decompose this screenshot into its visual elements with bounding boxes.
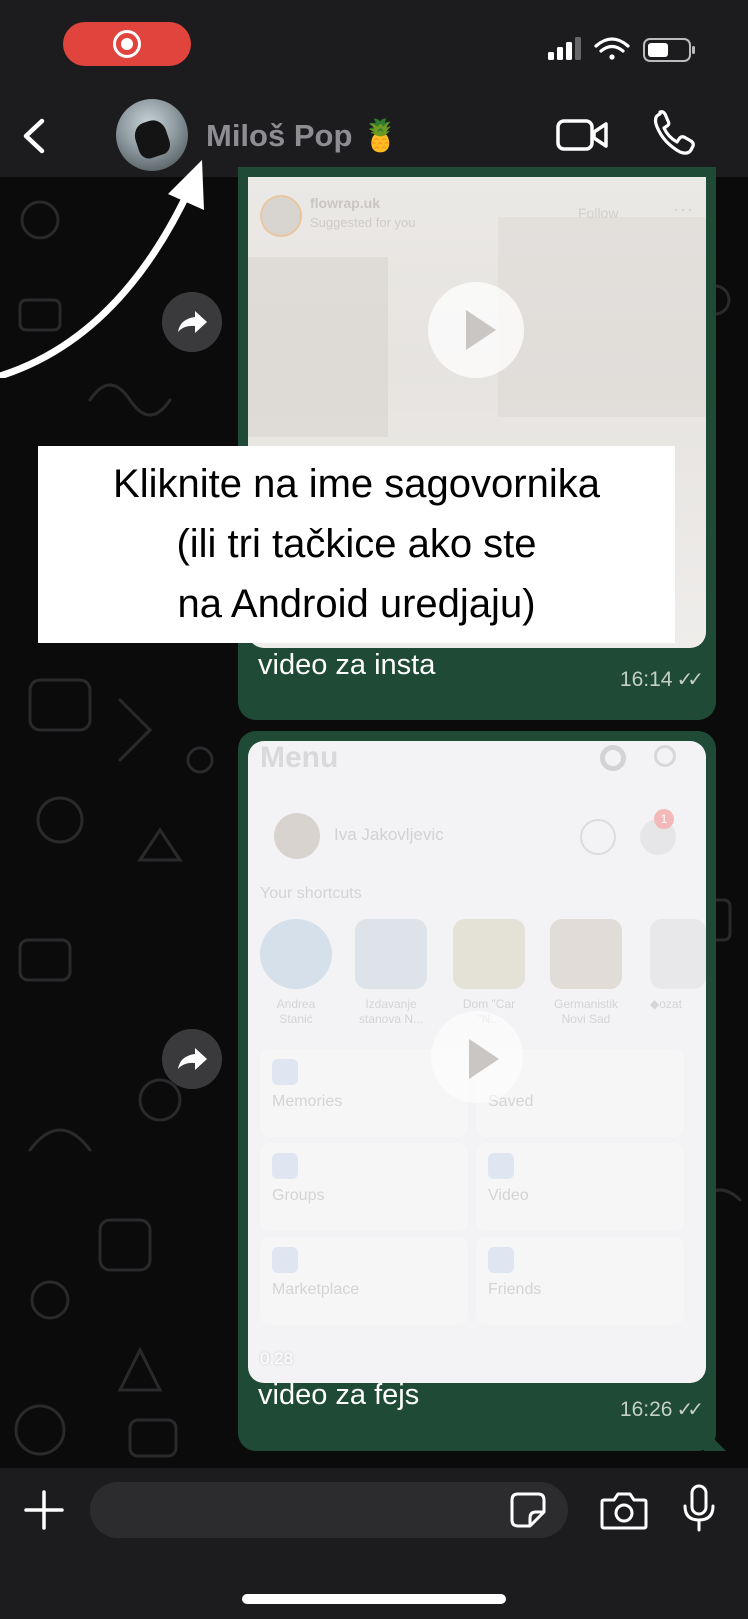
status-bar bbox=[0, 0, 748, 95]
notification-badge: 1 bbox=[654, 809, 674, 829]
sticker-icon[interactable] bbox=[510, 1492, 546, 1528]
shortcuts-heading: Your shortcuts bbox=[260, 885, 362, 902]
menu-tile: Video bbox=[476, 1143, 684, 1231]
shortcut-item: Germanistik Novi Sad bbox=[550, 919, 622, 1027]
phone-icon[interactable] bbox=[652, 110, 696, 156]
shortcut-item: Izdavanje stanova N... bbox=[355, 919, 427, 1027]
message-meta: 16:14 ✓✓ bbox=[619, 667, 704, 692]
suggested-label: Suggested for you bbox=[310, 215, 416, 230]
cellular-signal-icon bbox=[548, 37, 581, 60]
instruction-line: na Android uredjaju) bbox=[177, 582, 536, 626]
marketplace-icon bbox=[272, 1247, 298, 1273]
play-icon[interactable] bbox=[428, 282, 524, 378]
shortcut-item: ◆ozat bbox=[650, 919, 706, 1012]
forward-icon[interactable] bbox=[162, 1029, 222, 1089]
search-icon bbox=[654, 745, 676, 767]
read-receipt-icon: ✓✓ bbox=[676, 669, 703, 691]
shortcut-item: Dom "Car "N... bbox=[453, 919, 525, 1027]
memories-icon bbox=[272, 1059, 298, 1085]
wifi-icon bbox=[594, 37, 630, 60]
message-caption: video za insta bbox=[258, 649, 436, 681]
video-call-icon[interactable] bbox=[556, 115, 608, 155]
read-receipt-icon: ✓✓ bbox=[676, 1399, 703, 1421]
play-icon[interactable] bbox=[431, 1011, 523, 1103]
friends-icon bbox=[488, 1247, 514, 1273]
more-icon: ··· bbox=[673, 199, 694, 219]
home-indicator[interactable] bbox=[242, 1594, 506, 1604]
account-avatar bbox=[260, 195, 302, 237]
video-thumbnail[interactable]: Menu Iva Jakovljevic 1 Your shortcuts An… bbox=[248, 741, 706, 1383]
message-meta: 16:26 ✓✓ bbox=[619, 1397, 704, 1422]
message-time: 16:26 bbox=[619, 1398, 673, 1421]
message-bubble[interactable]: Menu Iva Jakovljevic 1 Your shortcuts An… bbox=[238, 731, 726, 1451]
microphone-icon[interactable] bbox=[682, 1484, 716, 1532]
preview-title: Menu bbox=[260, 741, 339, 774]
status-icons bbox=[548, 37, 695, 62]
camera-icon[interactable] bbox=[600, 1490, 648, 1530]
contact-name[interactable]: Miloš Pop 🍍 bbox=[206, 117, 400, 154]
battery-icon bbox=[643, 38, 695, 62]
profile-avatar bbox=[274, 813, 320, 859]
message-input[interactable] bbox=[90, 1482, 568, 1538]
account-switch-icon bbox=[580, 819, 616, 855]
instruction-overlay: Kliknite na ime sagovornika (ili tri tač… bbox=[38, 446, 675, 643]
menu-tile: Friends bbox=[476, 1237, 684, 1325]
groups-icon bbox=[272, 1153, 298, 1179]
instruction-line: Kliknite na ime sagovornika bbox=[113, 462, 600, 506]
message-caption: video za fejs bbox=[258, 1379, 420, 1411]
menu-tile: Groups bbox=[260, 1143, 468, 1231]
account-name: flowrap.uk bbox=[310, 195, 381, 211]
annotation-arrow bbox=[0, 160, 204, 378]
shortcut-item: Andrea Stanić bbox=[260, 919, 332, 1027]
video-icon bbox=[488, 1153, 514, 1179]
message-time: 16:14 bbox=[619, 668, 673, 691]
follow-label: Follow bbox=[578, 205, 619, 221]
plus-icon[interactable] bbox=[24, 1490, 64, 1530]
message-composer bbox=[0, 1468, 748, 1619]
video-duration: 0:28 bbox=[260, 1349, 294, 1368]
profile-name: Iva Jakovljevic bbox=[334, 825, 444, 844]
screen-recording-indicator[interactable] bbox=[63, 22, 191, 66]
gear-icon bbox=[600, 745, 626, 771]
instruction-line: (ili tri tačkice ako ste bbox=[176, 522, 537, 566]
menu-tile: Marketplace bbox=[260, 1237, 468, 1325]
